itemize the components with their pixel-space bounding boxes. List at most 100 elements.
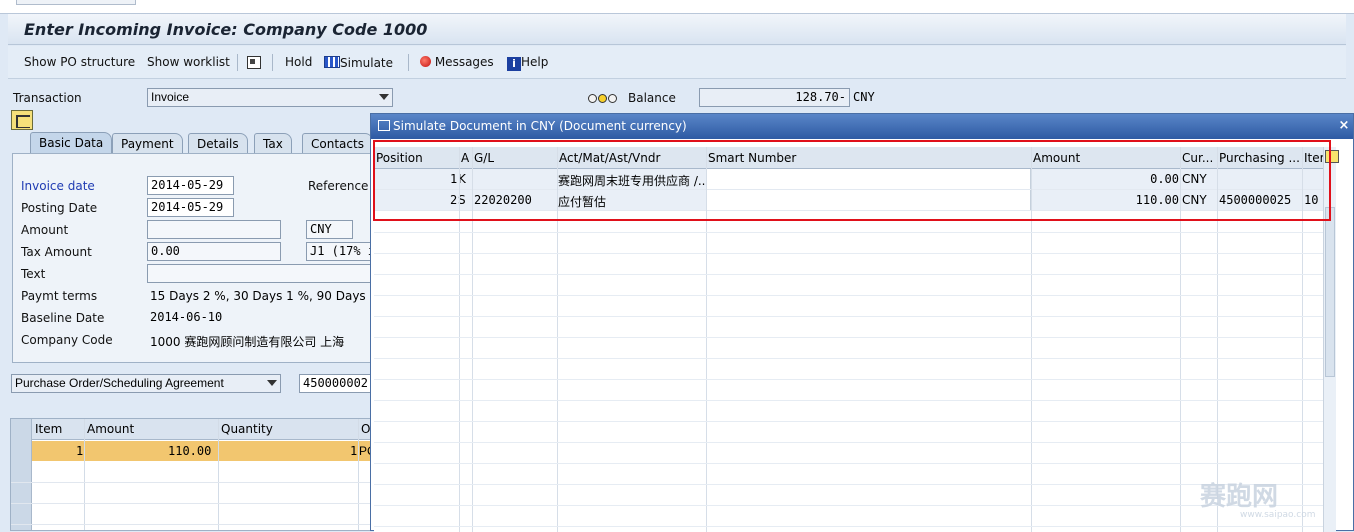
grid-line [374,421,1336,422]
column-header-purchasing[interactable]: Purchasing ... [1219,151,1301,165]
grid-line [472,147,473,532]
posting-date-field[interactable]: 2014-05-29 [147,198,234,217]
show-worklist-button[interactable]: Show worklist [147,55,230,69]
scrollbar-thumb[interactable] [1325,207,1335,377]
gl-cell: 22020200 [474,193,532,207]
transaction-value: Invoice [151,90,190,104]
account-cell: 赛跑网周末班专用供应商 /... [558,174,706,188]
column-header-quantity[interactable]: Quantity [221,422,273,436]
messages-button[interactable]: Messages [420,55,494,69]
simulate-document-dialog: Simulate Document in CNY (Document curre… [370,113,1354,532]
amount-field[interactable] [147,220,281,239]
watermark-url: www.saipao.com [1240,510,1316,520]
table-row[interactable]: 2 S 22020200 应付暂估 110.00 CNY 4500000025 … [374,190,1336,211]
title-bar: Enter Incoming Invoice: Company Code 100… [8,14,1346,45]
chevron-down-icon [379,94,389,100]
tax-code-field[interactable]: J1 (17% in [306,242,372,261]
dialog-title-bar: Simulate Document in CNY (Document curre… [371,114,1353,139]
grid-line [1302,147,1303,532]
hold-button[interactable]: Hold [285,55,312,69]
transaction-dropdown[interactable]: Invoice [147,88,393,107]
reference-doc-type-value: Purchase Order/Scheduling Agreement [15,376,224,390]
simulate-button[interactable]: Simulate [324,55,393,70]
help-button[interactable]: i Help [507,55,548,71]
dialog-title: Simulate Document in CNY (Document curre… [393,119,687,133]
row-selector-column[interactable] [11,419,32,530]
grid-line [218,419,219,530]
close-icon[interactable]: × [1337,118,1351,134]
column-header-a[interactable]: A [461,151,471,165]
table-row[interactable]: 1 K 赛跑网周末班专用供应商 /... 0.00 CNY [374,169,1336,190]
column-header-item[interactable]: Item [35,422,62,436]
tab-details[interactable]: Details [188,133,248,154]
messages-label: Messages [434,55,494,69]
column-settings-icon[interactable] [1325,150,1339,163]
reference-label: Reference [308,179,369,193]
tab-payment[interactable]: Payment [112,133,183,154]
smart-number-input[interactable] [706,169,1031,189]
amount-label: Amount [21,223,69,237]
toolbar-separator [237,54,238,71]
posting-date-label: Posting Date [21,201,98,215]
purchase-order-field[interactable]: 450000002 [299,374,372,393]
toolbar-separator [272,54,273,71]
simulation-table-header: Position A G/L Act/Mat/Ast/Vndr Smart Nu… [374,147,1336,169]
grid-line [374,232,1336,233]
top-strip [0,0,1354,14]
tab-basic-data[interactable]: Basic Data [30,132,113,154]
smart-number-input[interactable] [706,190,1031,210]
account-cell: 应付暂估 [558,195,607,209]
grid-line [374,400,1336,401]
paymt-terms-label: Paymt terms [21,289,98,303]
reference-doc-type-dropdown[interactable]: Purchase Order/Scheduling Agreement [11,374,281,393]
grid-line [11,524,371,525]
column-header-smart-number[interactable]: Smart Number [708,151,1030,165]
toolbar-separator [408,54,409,71]
amount-cell: 110.00 [168,444,212,458]
grid-line [374,358,1336,359]
position-cell: 2 [450,193,458,207]
item-cell: 1 [76,444,84,458]
column-header-gl[interactable]: G/L [474,151,556,165]
balance-field: 128.70- [699,88,850,107]
column-header-currency[interactable]: Cur... [1182,151,1216,165]
table-row[interactable]: 1 110.00 1 PC [32,441,371,461]
currency-field[interactable]: CNY [306,220,353,239]
invoice-date-label: Invoice date [21,179,95,193]
vertical-scrollbar[interactable] [1323,147,1336,532]
transaction-label: Transaction [13,91,82,105]
grid-line [706,147,707,532]
tab-contacts[interactable]: Contacts [302,133,373,154]
grid-line [374,253,1336,254]
items-grid-header: Item Amount Quantity O [11,419,371,440]
grid-line [11,482,371,483]
grid-line [374,295,1336,296]
simulate-label: Simulate [340,56,394,70]
column-header-amount[interactable]: Amount [87,422,134,436]
items-grid: Item Amount Quantity O 1 110.00 1 PC [10,418,372,531]
tax-amount-field[interactable]: 0.00 [147,242,281,261]
item-cell: 10 [1304,193,1319,207]
column-header-amount[interactable]: Amount [1033,151,1179,165]
grid-line [374,274,1336,275]
tab-tax[interactable]: Tax [254,133,292,154]
document-icon [247,56,261,69]
screen-layout-button[interactable] [11,110,33,130]
text-field[interactable] [147,264,372,283]
window-icon [378,120,390,131]
invoice-date-field[interactable]: 2014-05-29 [147,176,234,195]
column-header-account[interactable]: Act/Mat/Ast/Vndr [559,151,706,165]
grid-line [1180,147,1181,532]
grid-line [374,463,1336,464]
document-icon-button[interactable] [247,55,261,71]
messages-icon [420,56,431,67]
application-toolbar: Show PO structure Show worklist Hold Sim… [8,46,1346,79]
watermark-text: 赛跑网 [1200,482,1279,512]
show-po-structure-button[interactable]: Show PO structure [24,55,135,69]
balance-currency: CNY [853,90,875,104]
amount-cell: 0.00 [1150,172,1179,186]
grid-line [358,419,359,530]
column-header-position[interactable]: Position [376,151,458,165]
baseline-date-label: Baseline Date [21,311,105,325]
simulation-table: Position A G/L Act/Mat/Ast/Vndr Smart Nu… [374,147,1336,532]
